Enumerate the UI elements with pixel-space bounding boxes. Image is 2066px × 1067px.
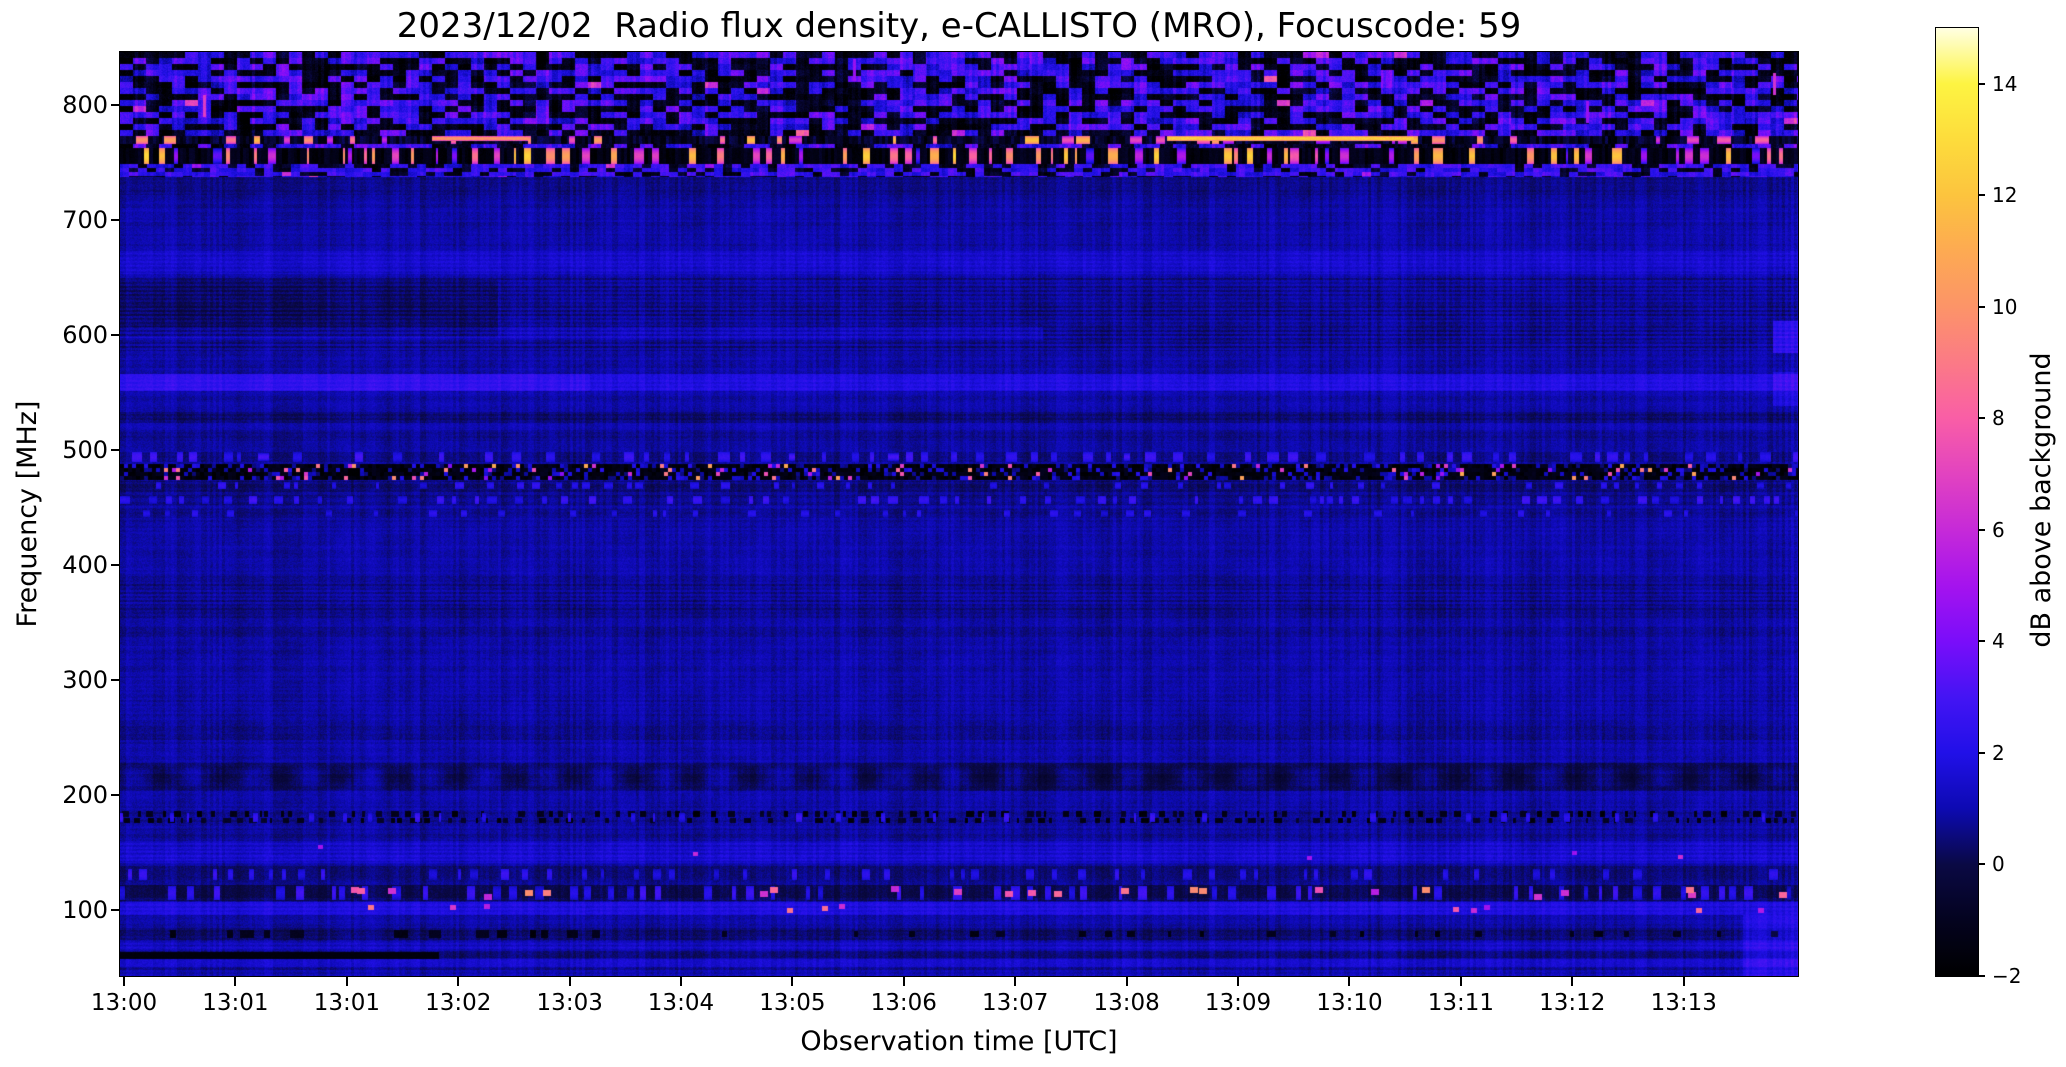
x-tick-label: 13:08 (1093, 990, 1160, 1016)
colorbar-tick-mark (1979, 975, 1985, 977)
colorbar-tick-mark (1979, 751, 1985, 754)
colorbar (1935, 27, 1979, 977)
x-tick-label: 13:04 (647, 990, 715, 1016)
y-tick-mark (111, 219, 119, 221)
x-tick-label: 13:01 (313, 990, 380, 1016)
x-tick-mark (679, 977, 682, 986)
x-tick-mark (1125, 977, 1128, 986)
y-axis-label: Frequency [MHz] (12, 400, 43, 628)
colorbar-tick-mark (1979, 528, 1985, 531)
x-tick-mark (791, 977, 794, 986)
y-tick-mark (111, 449, 119, 452)
spectrogram-canvas (120, 52, 1798, 976)
x-tick-label: 13:00 (90, 990, 158, 1016)
spectrogram-figure: 2023/12/02 Radio flux density, e-CALLIST… (0, 0, 2066, 1067)
y-tick-mark (111, 564, 119, 567)
y-tick-mark (111, 909, 119, 912)
colorbar-tick-mark (1979, 194, 1985, 197)
y-tick-label: 200 (62, 781, 108, 810)
x-tick-mark (1459, 977, 1462, 986)
y-tick-mark (111, 679, 119, 682)
colorbar-tick-mark (1979, 305, 1985, 308)
y-tick-label: 100 (62, 896, 108, 925)
x-tick-mark (123, 977, 126, 986)
x-tick-mark (345, 977, 348, 986)
y-tick-label: 600 (62, 321, 108, 350)
colorbar-tick-mark (1979, 82, 1985, 85)
y-tick-mark (111, 103, 119, 106)
y-tick-mark (111, 794, 119, 797)
x-tick-label: 13:09 (1204, 990, 1272, 1016)
x-axis-label: Observation time [UTC] (800, 1026, 1118, 1057)
x-tick-label: 13:05 (759, 990, 826, 1016)
x-tick-label: 13:02 (425, 990, 492, 1016)
plot-area (119, 51, 1799, 977)
colorbar-gradient (1936, 28, 1978, 976)
x-tick-label: 13:07 (982, 990, 1049, 1016)
x-tick-label: 13:06 (870, 990, 937, 1016)
colorbar-tick-label: 0 (1992, 852, 2005, 877)
x-tick-label: 13:01 (202, 990, 269, 1016)
x-tick-mark (1348, 977, 1351, 986)
y-tick-label: 700 (62, 206, 108, 234)
chart-title: 2023/12/02 Radio flux density, e-CALLIST… (396, 6, 1522, 46)
x-tick-label: 13:12 (1539, 990, 1606, 1016)
colorbar-tick-mark (1979, 863, 1985, 866)
x-tick-mark (1014, 977, 1017, 986)
x-tick-label: 13:10 (1316, 990, 1383, 1016)
colorbar-tick-label: 12 (1992, 183, 2018, 208)
x-tick-mark (1571, 977, 1574, 986)
x-tick-label: 13:03 (536, 990, 603, 1016)
y-tick-label: 300 (62, 666, 108, 695)
x-tick-mark (902, 977, 905, 986)
x-tick-mark (457, 977, 460, 986)
colorbar-tick-mark (1979, 640, 1985, 643)
x-tick-mark (1237, 977, 1240, 986)
colorbar-tick-label: 14 (1992, 71, 2018, 96)
x-tick-mark (568, 977, 571, 986)
x-tick-label: 13:13 (1650, 990, 1717, 1016)
x-tick-mark (234, 977, 237, 986)
colorbar-label: dB above background (2026, 352, 2057, 648)
y-tick-mark (111, 334, 119, 337)
x-tick-mark (1682, 977, 1685, 986)
colorbar-tick-label: −2 (1992, 964, 2022, 988)
x-tick-label: 13:11 (1427, 990, 1495, 1016)
colorbar-tick-mark (1979, 417, 1985, 420)
colorbar-tick-label: 2 (1992, 740, 2005, 765)
y-tick-label: 800 (62, 90, 108, 119)
